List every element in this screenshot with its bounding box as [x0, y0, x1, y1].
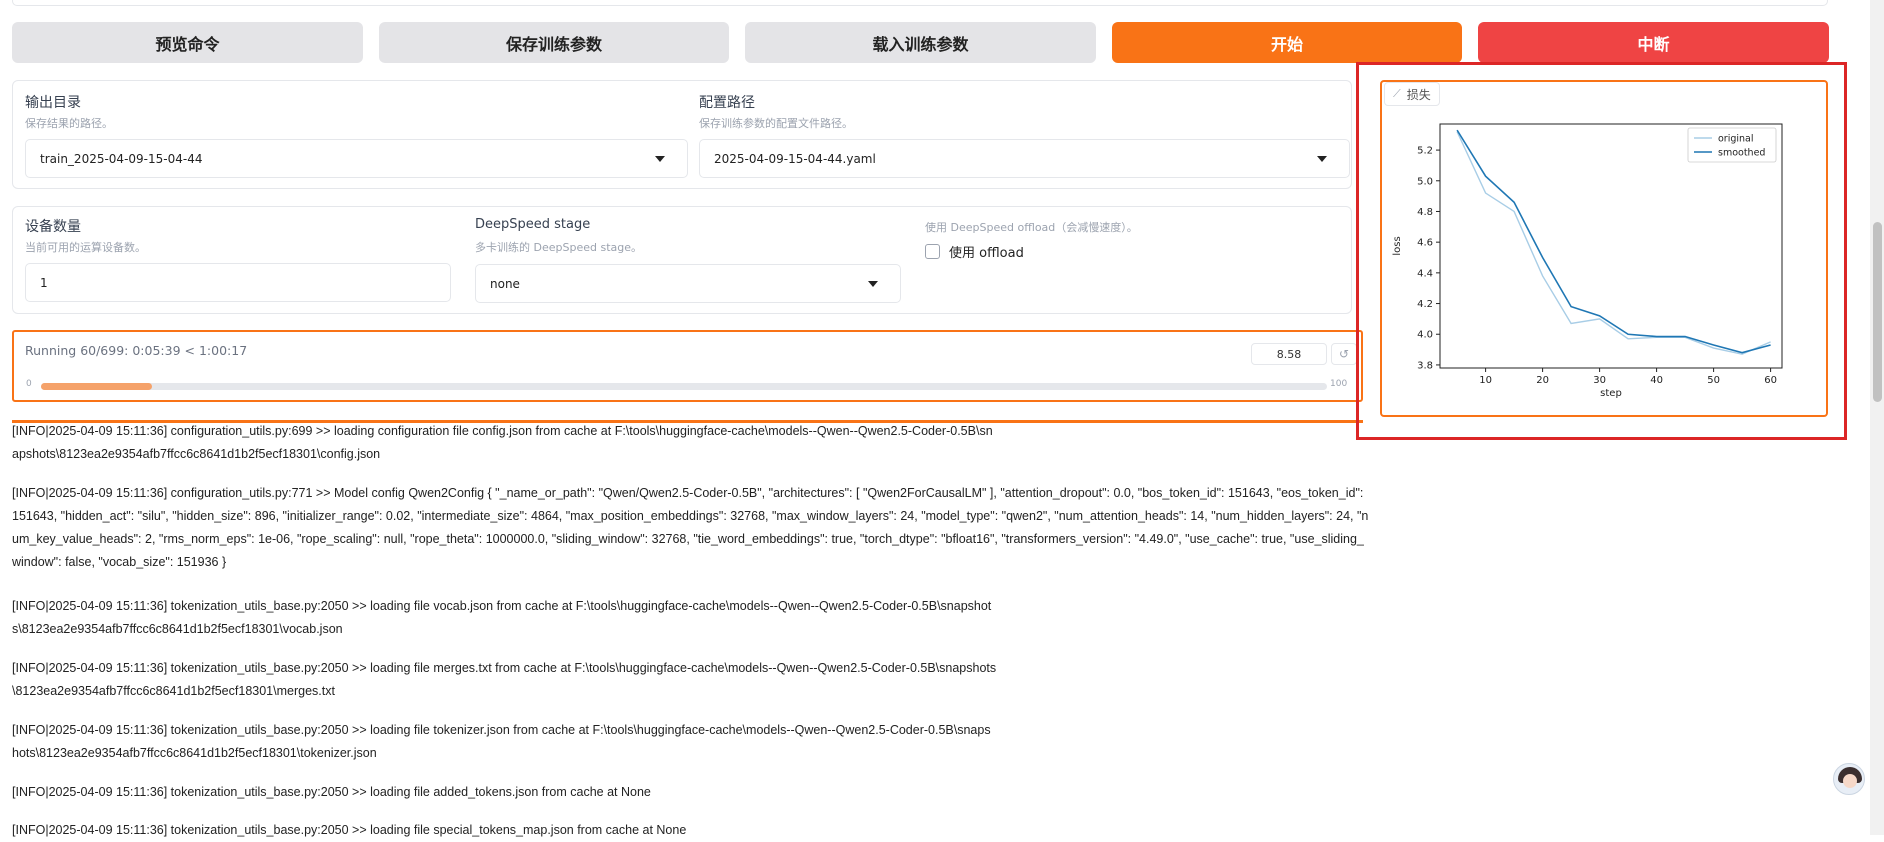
x-tick-label: 20: [1536, 375, 1549, 386]
chevron-down-icon: [655, 156, 665, 162]
paths-panel: 输出目录 保存结果的路径。 train_2025-04-09-15-04-44 …: [12, 80, 1352, 189]
progress-fill: [41, 383, 152, 390]
log-line: [INFO|2025-04-09 15:11:36] configuration…: [12, 486, 1369, 569]
ds-stage-dropdown[interactable]: none: [475, 264, 901, 303]
y-tick-label: 4.4: [1417, 268, 1433, 279]
log-line: [INFO|2025-04-09 15:11:36] configuration…: [12, 424, 993, 461]
y-tick-label: 4.0: [1417, 330, 1433, 341]
output-dir-label: 输出目录: [25, 95, 81, 111]
loss-chart: 10 20 30 40 50 60 3.8 4.0 4.2 4.4 4.6 4.8 5.0 5.2 step…: [1392, 123, 1783, 399]
start-button[interactable]: 开始: [1112, 22, 1462, 63]
chart-icon: ⟋: [1393, 87, 1401, 100]
ds-stage-value: none: [490, 276, 520, 291]
progress-min-label: 0: [26, 379, 32, 389]
progress-value: 8.58: [1276, 347, 1302, 361]
scrollbar-thumb[interactable]: [1873, 222, 1882, 402]
x-tick-label: 10: [1479, 375, 1492, 386]
progress-panel: Running 60/699: 0:05:39 < 1:00:17 8.58 ↺…: [12, 330, 1363, 402]
chevron-down-icon: [1317, 156, 1327, 162]
ds-offload-checkbox[interactable]: [925, 244, 940, 259]
loss-panel: ⟋ 损失 10 20 30 40 50 60 3.8 4.0 4.2 4.4 4.6 4.8 5.0 5.…: [1380, 80, 1828, 417]
config-path-info: 保存训练参数的配置文件路径。: [699, 117, 853, 130]
log-line: [INFO|2025-04-09 15:11:36] tokenization_…: [12, 661, 997, 698]
device-count-input[interactable]: 1: [25, 263, 451, 302]
x-tick-label: 30: [1593, 375, 1606, 386]
x-tick-label: 50: [1707, 375, 1720, 386]
save-params-button[interactable]: 保存训练参数: [379, 22, 729, 63]
ds-stage-info: 多卡训练的 DeepSpeed stage。: [475, 241, 642, 254]
legend-label: original: [1718, 134, 1754, 145]
y-axis-label: loss: [1392, 236, 1403, 255]
y-tick-label: 4.8: [1417, 207, 1433, 218]
progress-status: Running 60/699: 0:05:39 < 1:00:17: [25, 343, 248, 358]
progress-track[interactable]: [41, 383, 1327, 390]
device-count-info: 当前可用的运算设备数。: [25, 241, 146, 254]
device-count-value: 1: [40, 275, 48, 290]
progress-value-box[interactable]: 8.58: [1251, 343, 1327, 365]
log-line: [INFO|2025-04-09 15:11:36] tokenization_…: [12, 723, 991, 760]
output-dir-dropdown[interactable]: train_2025-04-09-15-04-44: [25, 139, 688, 178]
preview-command-button[interactable]: 预览命令: [12, 22, 363, 63]
ds-offload-label[interactable]: 使用 offload: [949, 242, 1024, 261]
y-tick-label: 5.2: [1417, 146, 1433, 157]
loss-label-tag: ⟋ 损失: [1384, 82, 1440, 106]
config-path-label: 配置路径: [699, 95, 755, 111]
ds-stage-label: DeepSpeed stage: [475, 217, 591, 232]
x-tick-label: 60: [1764, 375, 1777, 386]
series-line-original: [1456, 131, 1771, 355]
legend-label: smoothed: [1718, 148, 1765, 159]
device-count-label: 设备数量: [25, 219, 81, 235]
device-panel: 设备数量 当前可用的运算设备数。 1 DeepSpeed stage 多卡训练的…: [12, 206, 1352, 314]
avatar-face: [1843, 774, 1857, 788]
log-line: [INFO|2025-04-09 15:11:36] tokenization_…: [12, 785, 651, 799]
config-path-dropdown[interactable]: 2025-04-09-15-04-44.yaml: [699, 139, 1350, 178]
previous-panel-edge: [12, 0, 1828, 6]
progress-max-label: 100: [1330, 379, 1348, 389]
assistant-avatar[interactable]: [1833, 763, 1865, 795]
series-line-smoothed: [1456, 129, 1771, 354]
abort-button[interactable]: 中断: [1478, 22, 1829, 63]
y-tick-label: 3.8: [1417, 360, 1433, 371]
page-scrollbar[interactable]: [1870, 0, 1884, 835]
reset-icon[interactable]: ↺: [1331, 343, 1357, 365]
chevron-down-icon: [868, 281, 878, 287]
log-line: [INFO|2025-04-09 15:11:36] tokenization_…: [12, 823, 687, 837]
load-params-button[interactable]: 载入训练参数: [745, 22, 1096, 63]
output-dir-info: 保存结果的路径。: [25, 117, 113, 130]
log-line: [INFO|2025-04-09 15:11:36] tokenization_…: [12, 599, 992, 636]
y-tick-label: 4.2: [1417, 299, 1433, 310]
x-tick-label: 40: [1650, 375, 1663, 386]
y-tick-label: 5.0: [1417, 176, 1433, 187]
loss-label: 损失: [1406, 87, 1431, 102]
y-tick-label: 4.6: [1417, 238, 1433, 249]
output-dir-value: train_2025-04-09-15-04-44: [40, 151, 203, 166]
config-path-value: 2025-04-09-15-04-44.yaml: [714, 151, 876, 166]
x-axis-label: step: [1600, 388, 1622, 399]
ds-offload-info: 使用 DeepSpeed offload（会减慢速度）。: [925, 221, 1138, 234]
